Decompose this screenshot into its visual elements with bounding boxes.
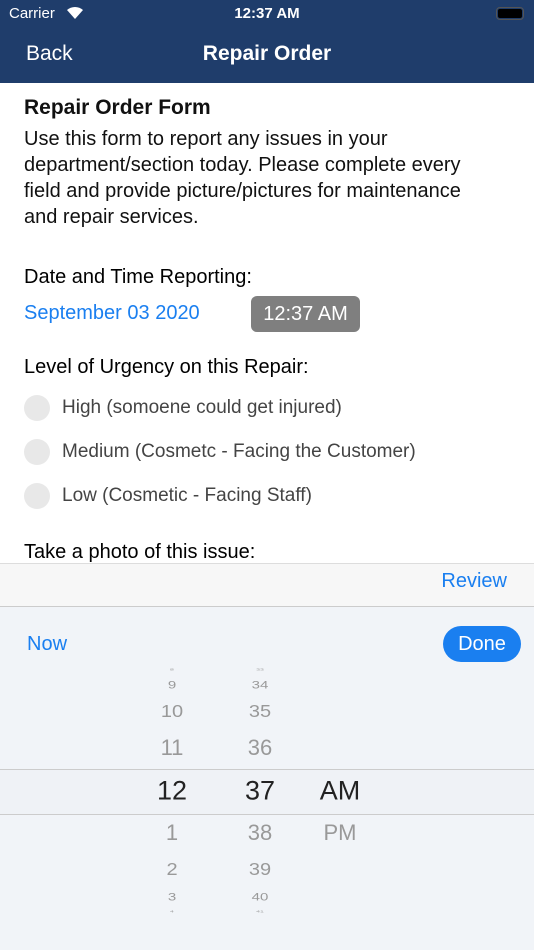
minute-option[interactable]: 37 — [245, 776, 275, 807]
urgency-option-high[interactable]: High (somoene could get injured) — [24, 395, 342, 421]
minute-option[interactable]: 40 — [252, 891, 269, 904]
radio-icon — [24, 439, 50, 465]
hour-option[interactable]: 11 — [161, 735, 184, 761]
hour-option[interactable]: 8 — [170, 669, 174, 672]
hour-option[interactable]: 9 — [168, 679, 176, 692]
form-heading: Repair Order Form — [24, 96, 211, 119]
hour-option[interactable]: 1 — [166, 820, 178, 846]
urgency-option-low[interactable]: Low (Cosmetic - Facing Staff) — [24, 483, 312, 509]
radio-icon — [24, 483, 50, 509]
now-button[interactable]: Now — [27, 633, 67, 656]
minute-option[interactable]: 34 — [252, 679, 269, 692]
hour-option[interactable]: 2 — [166, 860, 177, 881]
date-field[interactable]: September 03 2020 — [24, 302, 200, 325]
hour-option[interactable]: 10 — [161, 702, 183, 723]
photo-label: Take a photo of this issue: — [24, 541, 256, 563]
period-option[interactable]: PM — [324, 820, 357, 846]
radio-icon — [24, 395, 50, 421]
status-time: 12:37 AM — [234, 5, 300, 22]
battery-icon — [496, 7, 524, 20]
done-button[interactable]: Done — [443, 626, 521, 662]
navigation-bar: Carrier 12:37 AM Back Repair Order — [0, 0, 534, 83]
keyboard-accessory-bar: Review — [0, 563, 534, 607]
minute-option[interactable]: 39 — [249, 860, 271, 881]
minute-option[interactable]: 38 — [248, 820, 272, 846]
minute-option[interactable]: 35 — [249, 702, 271, 723]
urgency-label: Level of Urgency on this Repair: — [24, 356, 309, 378]
form-description: Use this form to report any issues in yo… — [24, 128, 461, 228]
form-intro: Repair Order Form Use this form to repor… — [24, 96, 514, 230]
hour-option[interactable]: 3 — [168, 891, 176, 904]
option-label: High (somoene could get injured) — [62, 397, 342, 418]
minute-option[interactable]: 33 — [256, 669, 264, 672]
minute-option[interactable]: 41 — [256, 911, 264, 914]
time-field[interactable]: 12:37 AM — [251, 296, 360, 332]
hour-option[interactable]: 12 — [157, 776, 187, 807]
hour-option[interactable]: 4 — [170, 911, 174, 914]
page-title: Repair Order — [202, 42, 332, 65]
urgency-option-medium[interactable]: Medium (Cosmetc - Facing the Customer) — [24, 439, 416, 465]
time-picker[interactable]: Now Done 8 9 10 11 12 1 2 3 4 33 34 35 36 37 38 39 40 41 A… — [0, 607, 534, 950]
date-label: Date and Time Reporting: — [24, 266, 252, 288]
minute-option[interactable]: 36 — [248, 735, 272, 761]
review-button[interactable]: Review — [441, 570, 507, 593]
period-option[interactable]: AM — [320, 776, 361, 807]
option-label: Medium (Cosmetc - Facing the Customer) — [62, 441, 416, 462]
option-label: Low (Cosmetic - Facing Staff) — [62, 485, 312, 506]
